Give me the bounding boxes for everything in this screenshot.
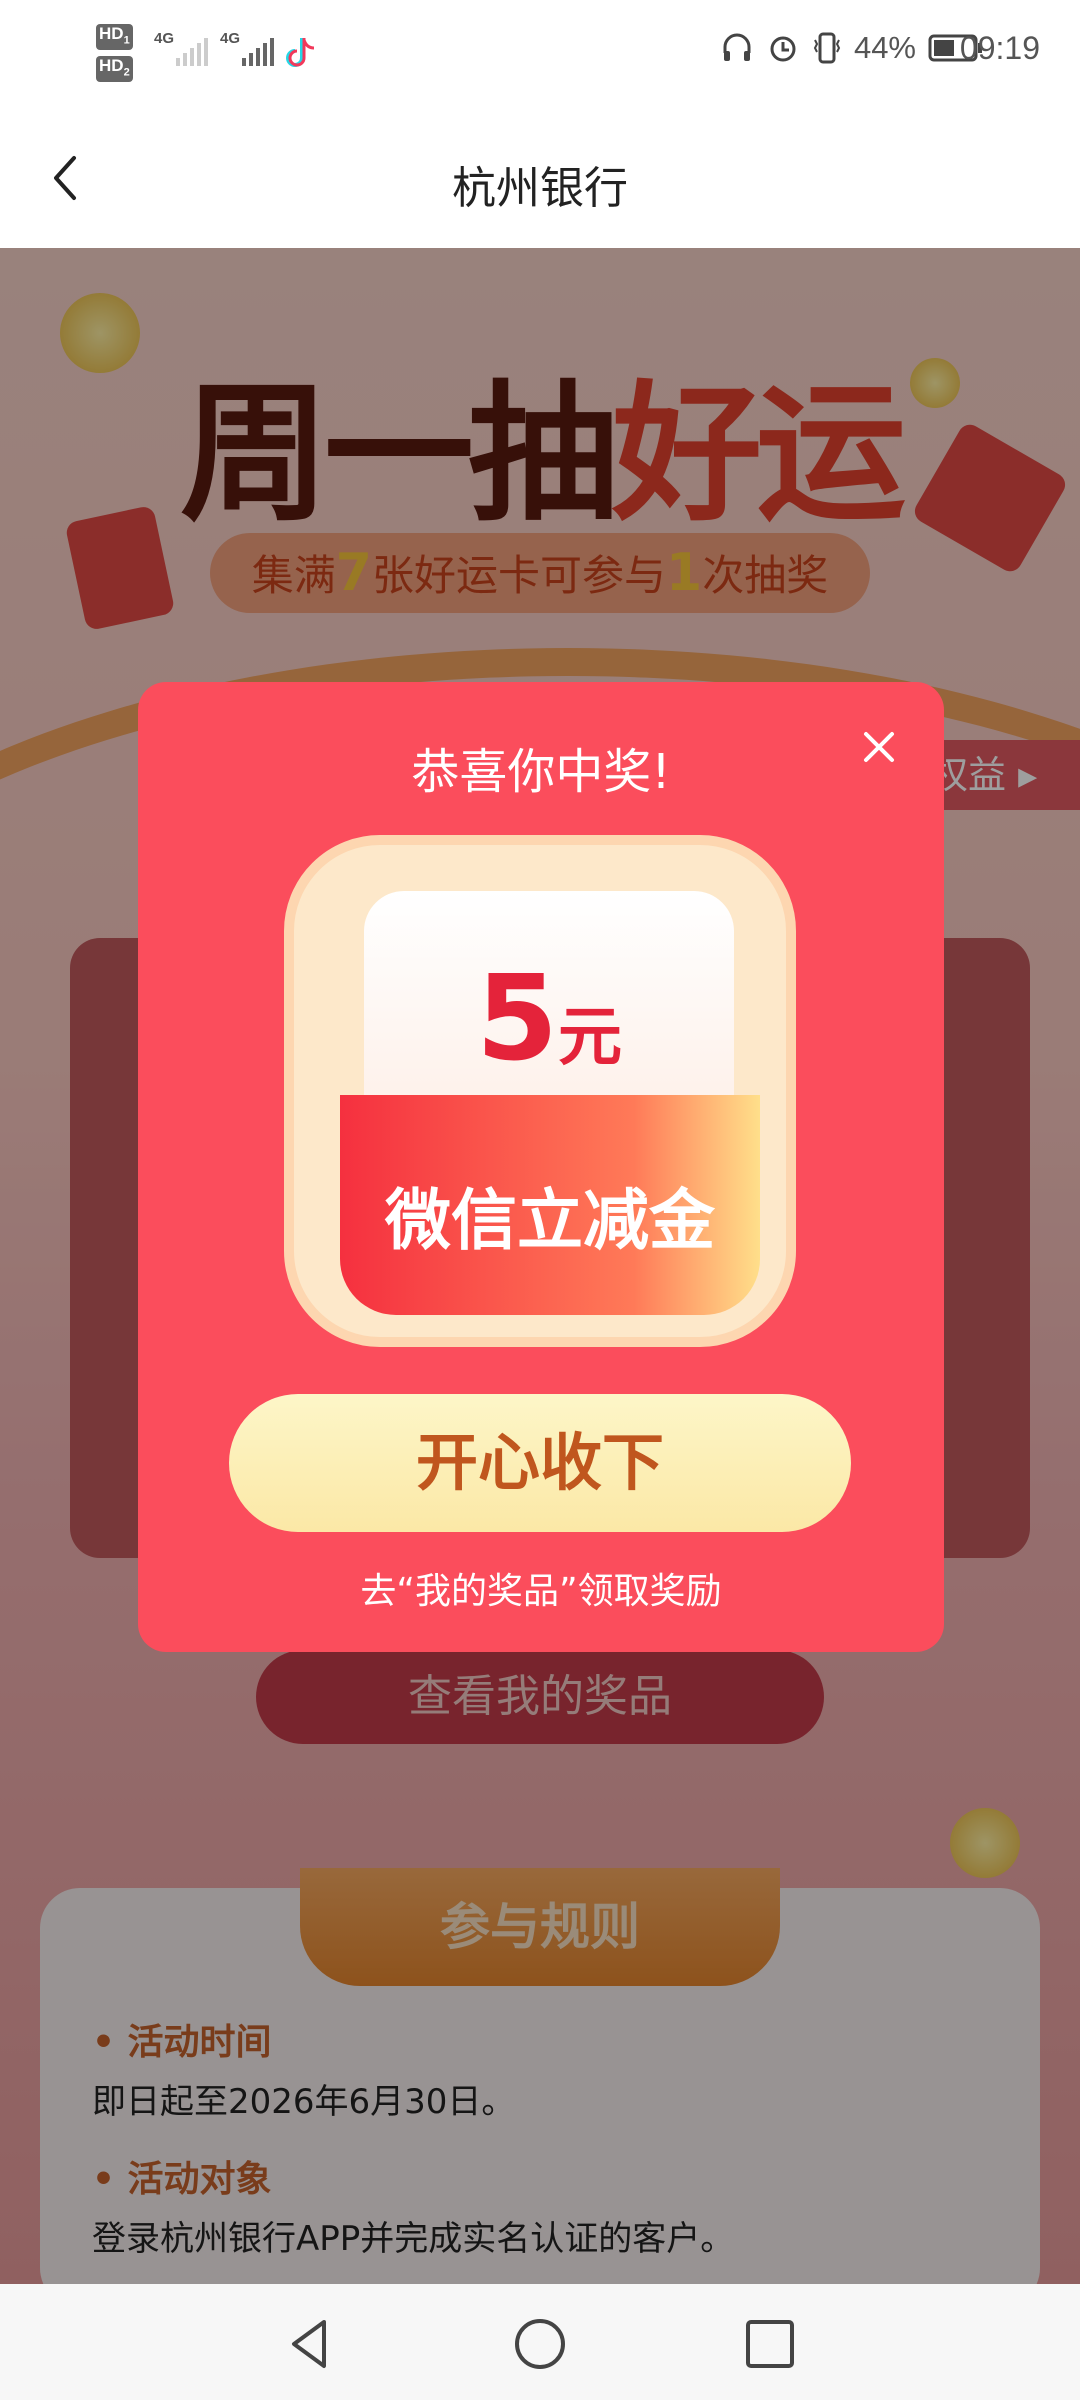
alarm-icon bbox=[770, 36, 796, 62]
modal-hint: 去“我的奖品”领取奖励 bbox=[360, 1571, 722, 1612]
prize-name: 微信立减金 bbox=[385, 1182, 715, 1259]
clock: 09:19 bbox=[959, 30, 1040, 66]
page-title: 杭州银行 bbox=[452, 163, 628, 214]
status-bar: HD1 HD2 4G 4G 44% 09:19 bbox=[0, 0, 1080, 104]
tiktok-icon bbox=[286, 38, 315, 67]
nav-back-icon[interactable] bbox=[280, 2314, 340, 2374]
network-type-2: 4G bbox=[220, 30, 241, 47]
accept-button[interactable]: 开心收下 bbox=[229, 1394, 851, 1532]
prize-modal: 恭喜你中奖! 5元 微信立减金 开心收下 去“我的奖品”领取奖励 bbox=[138, 682, 944, 1652]
headphones-icon bbox=[723, 33, 751, 61]
status-right-group: 44% bbox=[720, 30, 984, 66]
signal-bars-1-icon bbox=[176, 38, 208, 66]
nav-home-icon[interactable] bbox=[510, 2314, 570, 2374]
network-type-1: 4G bbox=[154, 30, 175, 47]
prize-card: 5元 微信立减金 bbox=[284, 835, 796, 1347]
vibrate-icon bbox=[813, 32, 841, 64]
modal-title: 恭喜你中奖! bbox=[411, 744, 671, 800]
app-header: 杭州银行 bbox=[0, 104, 1080, 248]
system-nav-bar bbox=[0, 2284, 1080, 2400]
envelope-front: 微信立减金 bbox=[340, 1095, 760, 1315]
hd-badge-1: HD1 bbox=[96, 24, 133, 51]
battery-percent: 44% bbox=[853, 30, 916, 65]
prize-amount: 5元 bbox=[475, 949, 623, 1087]
hd-badge-2: HD2 bbox=[96, 56, 133, 83]
nav-recents-icon[interactable] bbox=[740, 2314, 800, 2374]
signal-bars-2-icon bbox=[242, 38, 274, 66]
close-icon[interactable] bbox=[844, 712, 914, 782]
